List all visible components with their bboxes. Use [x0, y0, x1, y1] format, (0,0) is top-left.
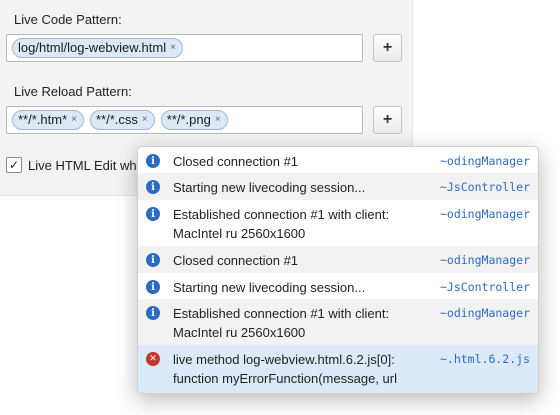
pattern-tag-label: **/*.png — [166, 112, 211, 127]
log-entry[interactable]: i Established connection #1 with client:… — [138, 299, 538, 345]
pattern-tag: log/html/log-webview.html × — [12, 38, 183, 58]
pattern-tag: **/*.css × — [89, 110, 155, 130]
log-message: Established connection #1 with client: M… — [173, 207, 390, 241]
info-icon: i — [146, 253, 160, 267]
remove-tag-icon[interactable]: × — [170, 40, 176, 56]
live-code-pattern-label: Live Code Pattern: — [14, 12, 122, 27]
live-reload-pattern-field[interactable]: **/*.htm* × **/*.css × **/*.png × — [6, 106, 363, 134]
log-message: Starting new livecoding session... — [173, 280, 366, 295]
log-message: Closed connection #1 — [173, 154, 299, 169]
pattern-tag: **/*.png × — [160, 110, 228, 130]
log-source-link[interactable]: ~odingManager — [440, 152, 530, 171]
log-source-link[interactable]: ~odingManager — [440, 205, 530, 224]
remove-tag-icon[interactable]: × — [215, 112, 221, 128]
info-icon: i — [146, 180, 160, 194]
log-message: Starting new livecoding session... — [173, 180, 366, 195]
log-entry[interactable]: i Starting new livecoding session... ~Js… — [138, 273, 538, 299]
log-entry[interactable]: i Established connection #1 with client:… — [138, 200, 538, 246]
log-source-link[interactable]: ~odingManager — [440, 304, 530, 323]
remove-tag-icon[interactable]: × — [142, 112, 148, 128]
info-icon: i — [146, 306, 160, 320]
log-source-link[interactable]: ~JsController — [440, 278, 530, 297]
pattern-tag-label: **/*.htm* — [18, 112, 68, 127]
error-icon: ✕ — [146, 352, 160, 366]
log-popup: i Closed connection #1 ~odingManager i S… — [137, 146, 539, 394]
info-icon: i — [146, 207, 160, 221]
log-entry-error[interactable]: ✕ live method log-webview.html.6.2.js[0]… — [138, 345, 538, 393]
info-icon: i — [146, 280, 160, 294]
log-entry[interactable]: i Starting new livecoding session... ~Js… — [138, 173, 538, 200]
live-reload-pattern-label: Live Reload Pattern: — [14, 84, 132, 99]
add-live-code-pattern-button[interactable]: + — [373, 34, 402, 62]
remove-tag-icon[interactable]: × — [71, 112, 77, 128]
add-live-reload-pattern-button[interactable]: + — [373, 106, 402, 134]
log-message: live method log-webview.html.6.2.js[0]: … — [173, 352, 397, 386]
log-source-link[interactable]: ~odingManager — [440, 251, 530, 270]
log-entry[interactable]: i Closed connection #1 ~odingManager — [138, 147, 538, 173]
pattern-tag-label: log/html/log-webview.html — [18, 40, 167, 55]
log-source-link[interactable]: ~JsController — [440, 178, 530, 197]
pattern-tag-label: **/*.css — [95, 112, 138, 127]
log-entry[interactable]: i Closed connection #1 ~odingManager — [138, 246, 538, 273]
info-icon: i — [146, 154, 160, 168]
live-html-edit-option[interactable]: ✓ Live HTML Edit wh — [6, 157, 137, 173]
live-html-edit-label: Live HTML Edit wh — [28, 157, 137, 173]
log-source-link[interactable]: ~.html.6.2.js — [440, 350, 530, 369]
pattern-tag: **/*.htm* × — [12, 110, 84, 130]
log-message: Established connection #1 with client: M… — [173, 306, 390, 340]
live-html-edit-checkbox[interactable]: ✓ — [6, 157, 22, 173]
live-code-pattern-field[interactable]: log/html/log-webview.html × — [6, 34, 363, 62]
log-message: Closed connection #1 — [173, 253, 299, 268]
